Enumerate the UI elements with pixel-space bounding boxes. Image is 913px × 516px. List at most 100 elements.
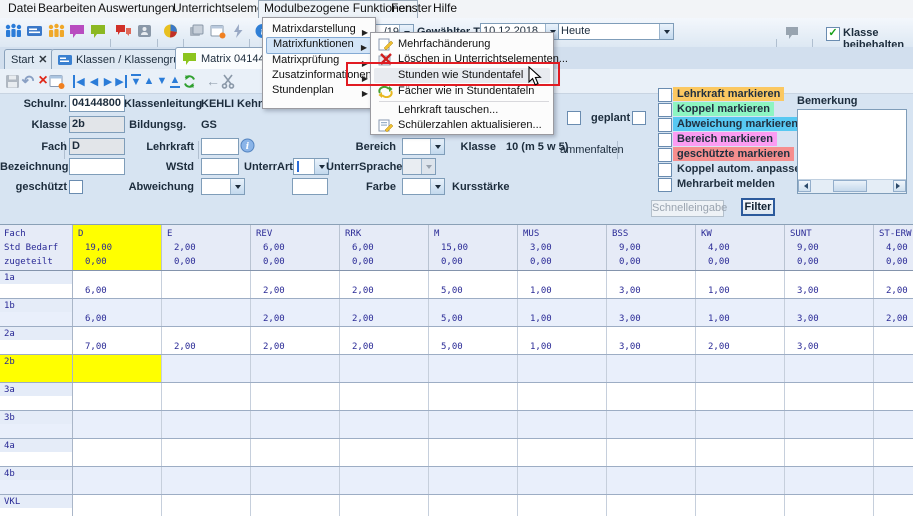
fach-input[interactable]: D [69,138,125,155]
speech-green-icon[interactable] [88,21,108,41]
matrix-cell[interactable] [251,411,340,438]
menu-bearbeiten[interactable]: Bearbeiten [33,0,101,17]
matrix-cell[interactable] [429,439,518,466]
matrix-cell[interactable] [251,355,340,382]
tab-start[interactable]: Start ✕ [4,49,54,69]
matrix-cell[interactable] [73,439,162,466]
matrix-cell[interactable] [429,495,518,516]
matrix-cell[interactable] [874,355,913,382]
matrix-cell[interactable] [696,467,785,494]
close-icon[interactable]: ✕ [38,53,47,66]
matrix-cell[interactable] [429,411,518,438]
column-header[interactable]: E2,000,00 [162,225,251,270]
chevron-down-icon[interactable] [659,24,673,39]
legend-checkbox[interactable] [658,133,672,147]
matrix-cell[interactable] [785,411,874,438]
info-icon[interactable]: i [240,138,255,153]
filter-button[interactable]: Filter [741,198,775,216]
flash-icon[interactable] [228,21,248,41]
layers-icon[interactable] [186,21,206,41]
form-icon[interactable] [47,71,67,91]
matrix-cell[interactable] [251,467,340,494]
schulnr-input[interactable]: 04144800 [69,95,125,112]
menu-item-lehrkraft-tauschen[interactable]: Lehrkraft tauschen... [374,103,550,118]
matrix-cell[interactable] [73,495,162,516]
matrix-cell[interactable]: 6,00 [73,271,162,298]
matrix-cell[interactable] [251,495,340,516]
chevron-down-icon[interactable] [430,179,444,194]
scroll-left-icon[interactable] [798,180,811,192]
legend-checkbox[interactable] [658,88,672,102]
matrix-cell[interactable] [340,495,429,516]
matrix-cell[interactable] [696,495,785,516]
matrix-cell[interactable] [340,439,429,466]
legend-checkbox[interactable] [658,118,672,132]
legend-checkbox[interactable] [658,178,672,192]
matrix-cell[interactable] [162,271,251,298]
horizontal-scrollbar[interactable] [798,179,906,193]
wstd-input[interactable] [201,158,239,175]
matrix-cell[interactable]: 3,00 [785,271,874,298]
matrix-cell[interactable]: 6,00 [73,299,162,326]
matrix-cell[interactable]: 2,00 [251,271,340,298]
matrix-cell[interactable] [607,411,696,438]
matrix-cell[interactable] [340,383,429,410]
matrix-cell[interactable] [429,355,518,382]
matrix-cell[interactable] [785,495,874,516]
unterrart-combo[interactable] [293,158,329,175]
matrix-cell[interactable]: 2,00 [696,327,785,354]
matrix-cell[interactable] [340,411,429,438]
matrix-cell[interactable] [73,467,162,494]
classes-icon[interactable] [3,21,23,41]
matrix-cell[interactable] [518,411,607,438]
row-label[interactable]: 4a [0,439,73,466]
matrix-cell[interactable] [874,439,913,466]
matrix-cell[interactable]: 3,00 [607,271,696,298]
period-combo[interactable]: Heute [558,23,674,40]
menu-item-matrixfunktionen[interactable]: Matrixfunktionen▶ [266,37,372,54]
matrix-cell[interactable]: 2,00 [340,271,429,298]
matrix-cell[interactable] [162,383,251,410]
legend-checkbox[interactable] [658,148,672,162]
speech-red-icon[interactable] [113,21,133,41]
matrix-cell[interactable] [73,383,162,410]
column-header[interactable]: M15,000,00 [429,225,518,270]
matrix-cell[interactable] [785,355,874,382]
teachers-icon[interactable] [46,21,66,41]
matrix-cell[interactable]: 5,00 [429,299,518,326]
matrix-cell[interactable] [607,439,696,466]
menu-item-matrixdarstellung[interactable]: Matrixdarstellung▶ [266,22,372,37]
matrix-cell[interactable]: 3,00 [607,299,696,326]
legend-checkbox[interactable] [658,163,672,177]
matrix-cell[interactable] [874,467,913,494]
bezeichnung-input[interactable] [69,158,125,175]
matrix-cell[interactable] [162,439,251,466]
refresh-icon[interactable] [179,71,199,91]
collapse-button[interactable]: ammenfalten [560,144,624,156]
column-header[interactable]: MUS3,000,00 [518,225,607,270]
farbe-combo[interactable] [402,178,445,195]
cut-icon[interactable] [218,71,238,91]
unknown-checkbox[interactable] [567,111,581,125]
matrix-cell[interactable] [340,355,429,382]
matrix-cell[interactable] [518,383,607,410]
column-header[interactable]: D19,000,00 [73,225,162,270]
matrix-cell[interactable]: 2,00 [162,327,251,354]
pie-icon[interactable] [160,21,180,41]
menu-item-mehrfachaenderung[interactable]: Mehrfachänderung [374,37,550,52]
matrix-cell[interactable] [251,383,340,410]
matrix-cell[interactable] [162,467,251,494]
matrix-cell[interactable] [874,327,913,354]
matrix-cell[interactable] [696,383,785,410]
lehrkraft-input[interactable] [201,138,239,155]
matrix-cell[interactable]: 2,00 [251,327,340,354]
matrix-cell[interactable] [696,355,785,382]
matrix-cell[interactable] [162,411,251,438]
matrix-cell[interactable]: 1,00 [696,271,785,298]
matrix-cell[interactable] [518,355,607,382]
speech-purple-icon[interactable] [67,21,87,41]
matrix-cell[interactable]: 2,00 [340,327,429,354]
menu-item-faecher-wie-stundentafeln[interactable]: Fächer wie in Stundentafeln [374,84,550,99]
matrix-cell[interactable]: 2,00 [251,299,340,326]
row-label[interactable]: 1b [0,299,73,326]
